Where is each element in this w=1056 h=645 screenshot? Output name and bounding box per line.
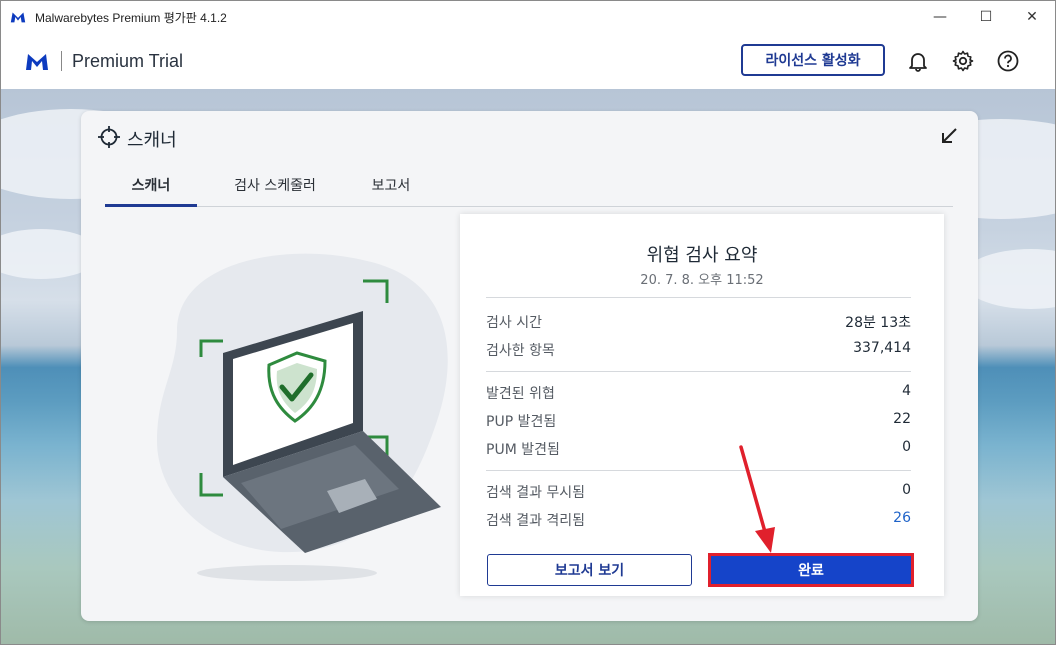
row-label: 검색 결과 무시됨 [486, 485, 586, 501]
tab-scan-scheduler[interactable]: 검사 스케줄러 [209, 175, 341, 207]
minimize-button[interactable]: — [917, 1, 963, 33]
close-button[interactable]: ✕ [1009, 1, 1055, 33]
window-title: Malwarebytes Premium 평가판 4.1.2 [35, 10, 227, 25]
bell-icon[interactable] [906, 49, 930, 73]
divider [486, 297, 911, 298]
done-button[interactable]: 완료 [708, 553, 914, 587]
collapse-arrow-icon[interactable] [940, 127, 958, 145]
row-value: 22 [893, 411, 911, 427]
laptop-shield-illustration [157, 253, 448, 581]
divider [486, 371, 911, 372]
brand-logo-icon [26, 54, 48, 70]
header-separator [61, 51, 62, 71]
activate-license-button[interactable]: 라이선스 활성화 [741, 44, 885, 76]
view-report-button[interactable]: 보고서 보기 [487, 554, 692, 586]
title-bar: Malwarebytes Premium 평가판 4.1.2 — ☐ ✕ [1, 1, 1055, 33]
summary-row-quarantined: 검색 결과 격리됨 26 [486, 510, 911, 532]
row-label: 발견된 위협 [486, 386, 555, 402]
summary-row-scan-time: 검사 시간 28분 13초 [486, 312, 911, 334]
summary-row-items-scanned: 검사한 항목 337,414 [486, 340, 911, 362]
malwarebytes-logo-icon [10, 12, 26, 23]
row-value: 28분 13초 [845, 315, 911, 331]
row-value: 4 [902, 383, 911, 399]
row-label: 검사한 항목 [486, 343, 555, 359]
summary-row-threats-found: 발견된 위협 4 [486, 383, 911, 405]
summary-date: 20. 7. 8. 오후 11:52 [640, 273, 764, 288]
summary-row-pup-found: PUP 발견됨 22 [486, 411, 911, 433]
divider [486, 470, 911, 471]
row-label: 검색 결과 격리됨 [486, 513, 586, 529]
panel-title: 스캐너 [127, 130, 177, 151]
maximize-button[interactable]: ☐ [963, 1, 1009, 33]
tab-reports[interactable]: 보고서 [351, 175, 431, 207]
product-name: Premium Trial [72, 50, 184, 71]
summary-row-ignored: 검색 결과 무시됨 0 [486, 482, 911, 504]
scan-summary-card: 위협 검사 요약 20. 7. 8. 오후 11:52 검사 시간 28분 13… [460, 214, 944, 596]
tab-bar: 스캐너 검사 스케줄러 보고서 [105, 173, 953, 207]
window-controls: — ☐ ✕ [917, 1, 1055, 33]
annotation-arrow-icon [739, 445, 775, 553]
row-value: 0 [902, 439, 911, 455]
app-header: Premium Trial 라이선스 활성화 [1, 33, 1055, 89]
row-label: 검사 시간 [486, 315, 542, 331]
app-window: Malwarebytes Premium 평가판 4.1.2 — ☐ ✕ Pre… [0, 0, 1056, 645]
gear-icon[interactable] [951, 49, 975, 73]
help-icon[interactable] [996, 49, 1020, 73]
row-value: 0 [902, 482, 911, 498]
row-value: 337,414 [853, 340, 911, 356]
tab-scanner[interactable]: 스캐너 [105, 175, 197, 207]
row-label: PUM 발견됨 [486, 442, 560, 458]
summary-row-pum-found: PUM 발견됨 0 [486, 439, 911, 461]
row-label: PUP 발견됨 [486, 414, 557, 430]
quarantined-count-link[interactable]: 26 [893, 510, 911, 526]
summary-title: 위협 검사 요약 [646, 245, 758, 266]
crosshair-icon [98, 126, 120, 148]
